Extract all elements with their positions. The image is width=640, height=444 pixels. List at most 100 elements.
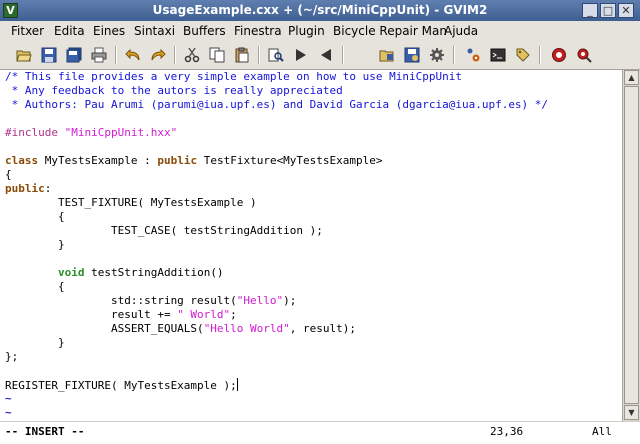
save-icon[interactable] <box>40 46 58 64</box>
minimize-button[interactable]: _ <box>582 3 598 18</box>
code-line: }; <box>5 350 18 364</box>
close-button[interactable]: ✕ <box>618 3 634 18</box>
code-line: ~ <box>5 392 12 406</box>
cursor-position: 23,36 <box>490 425 524 438</box>
code-token: { <box>5 210 65 223</box>
code-line: ~ <box>5 406 12 420</box>
code-line: TEST_CASE( testStringAddition ); <box>5 224 323 238</box>
menu-sintaxi[interactable]: Sintaxi <box>134 23 175 39</box>
menu-finestra[interactable]: Finestra <box>234 23 282 39</box>
code-line: class MyTestsExample : public TestFixtur… <box>5 154 383 168</box>
code-token: std::string result( <box>5 294 237 307</box>
code-token: ; <box>230 308 237 321</box>
code-token: class <box>5 154 39 167</box>
code-token: * Any feedback to the autors is really a… <box>5 84 343 97</box>
menu-bar: Fitxer Edita Eines Sintaxi Buffers Fines… <box>0 21 640 42</box>
code-token: result += <box>5 308 178 321</box>
code-token: } <box>5 238 65 251</box>
toolbar-separator <box>342 46 344 64</box>
code-token: public <box>157 154 198 167</box>
code-line: } <box>5 336 65 350</box>
toolbar-separator <box>115 46 117 64</box>
toolbar-separator <box>174 46 176 64</box>
code-token: void <box>57 266 85 279</box>
toolbar-separator <box>453 46 455 64</box>
toolbar-separator <box>258 46 260 64</box>
cut-icon[interactable] <box>183 46 201 64</box>
run-script-icon[interactable] <box>428 46 446 64</box>
print-icon[interactable] <box>90 46 108 64</box>
code-line: void testStringAddition() <box>5 266 224 280</box>
shell-icon[interactable] <box>489 46 507 64</box>
code-line: public: <box>5 182 51 196</box>
code-token: * Authors: Pau Arumi (parumi@iua.upf.es)… <box>5 98 549 111</box>
undo-icon[interactable] <box>124 46 142 64</box>
menu-ajuda[interactable]: Ajuda <box>444 23 478 39</box>
code-token: { <box>5 280 65 293</box>
find-replace-icon[interactable] <box>267 46 285 64</box>
mode-indicator: -- INSERT -- <box>5 425 85 438</box>
code-token: } <box>5 336 65 349</box>
code-token: REGISTER_FIXTURE( MyTestsExample ); <box>5 379 237 392</box>
open-icon[interactable] <box>15 46 33 64</box>
code-line: #include "MiniCppUnit.hxx" <box>5 126 177 140</box>
code-line: * Authors: Pau Arumi (parumi@iua.upf.es)… <box>5 98 548 112</box>
code-token: ); <box>283 294 297 307</box>
code-token: { <box>5 168 12 181</box>
code-line: { <box>5 280 65 294</box>
help-icon[interactable] <box>550 46 568 64</box>
code-token: TEST_CASE( testStringAddition ); <box>5 224 323 237</box>
window-title: UsageExample.cxx + (~/src/MiniCppUnit) -… <box>152 3 488 17</box>
code-token: ~ <box>5 392 12 405</box>
code-token: , result); <box>289 322 357 335</box>
menu-bicycle-repair-man[interactable]: Bicycle Repair Man <box>333 23 447 39</box>
paste-icon[interactable] <box>233 46 251 64</box>
scrollbar-thumb[interactable] <box>624 86 639 404</box>
scroll-position: All <box>592 425 612 438</box>
code-line: result += " World"; <box>5 308 237 322</box>
menu-fitxer[interactable]: Fitxer <box>11 23 44 39</box>
save-all-icon[interactable] <box>65 46 83 64</box>
code-line: } <box>5 238 65 252</box>
menu-edita[interactable]: Edita <box>54 23 85 39</box>
code-line: ASSERT_EQUALS("Hello World", result); <box>5 322 356 336</box>
code-line: std::string result("Hello"); <box>5 294 296 308</box>
code-line: REGISTER_FIXTURE( MyTestsExample ); <box>5 378 238 392</box>
code-token: TestFixture<MyTestsExample> <box>197 154 383 167</box>
find-next-icon[interactable] <box>292 46 310 64</box>
scroll-down-arrow-icon[interactable]: ▼ <box>624 405 639 420</box>
menu-buffers[interactable]: Buffers <box>183 23 226 39</box>
maximize-button[interactable]: □ <box>600 3 616 18</box>
code-line: TEST_FIXTURE( MyTestsExample ) <box>5 196 257 210</box>
tags-icon[interactable] <box>514 46 532 64</box>
code-token: testStringAddition() <box>84 266 224 279</box>
code-token: : <box>44 182 52 195</box>
code-token: "Hello World" <box>203 322 290 335</box>
code-token: "Hello" <box>236 294 284 307</box>
menu-plugin[interactable]: Plugin <box>288 23 325 39</box>
menu-eines[interactable]: Eines <box>93 23 125 39</box>
text-editor[interactable]: /* This file provides a very simple exam… <box>0 70 622 421</box>
code-token: "MiniCppUnit.hxx" <box>64 126 178 139</box>
code-token: }; <box>5 350 19 363</box>
find-prev-icon[interactable] <box>317 46 335 64</box>
code-token: #include <box>5 126 65 139</box>
code-line: { <box>5 210 65 224</box>
code-line: { <box>5 168 12 182</box>
code-token: ~ <box>5 406 12 419</box>
load-session-icon[interactable] <box>378 46 396 64</box>
text-cursor <box>236 378 238 391</box>
toolbar <box>0 41 640 70</box>
make-icon[interactable] <box>464 46 482 64</box>
vertical-scrollbar[interactable]: ▲ ▼ <box>622 70 640 421</box>
redo-icon[interactable] <box>149 46 167 64</box>
copy-icon[interactable] <box>208 46 226 64</box>
code-token: ASSERT_EQUALS( <box>5 322 204 335</box>
scroll-up-arrow-icon[interactable]: ▲ <box>624 70 639 85</box>
code-line: /* This file provides a very simple exam… <box>5 70 462 84</box>
title-bar[interactable]: V UsageExample.cxx + (~/src/MiniCppUnit)… <box>0 0 640 21</box>
find-help-icon[interactable] <box>575 46 593 64</box>
save-session-icon[interactable] <box>403 46 421 64</box>
toolbar-separator <box>539 46 541 64</box>
